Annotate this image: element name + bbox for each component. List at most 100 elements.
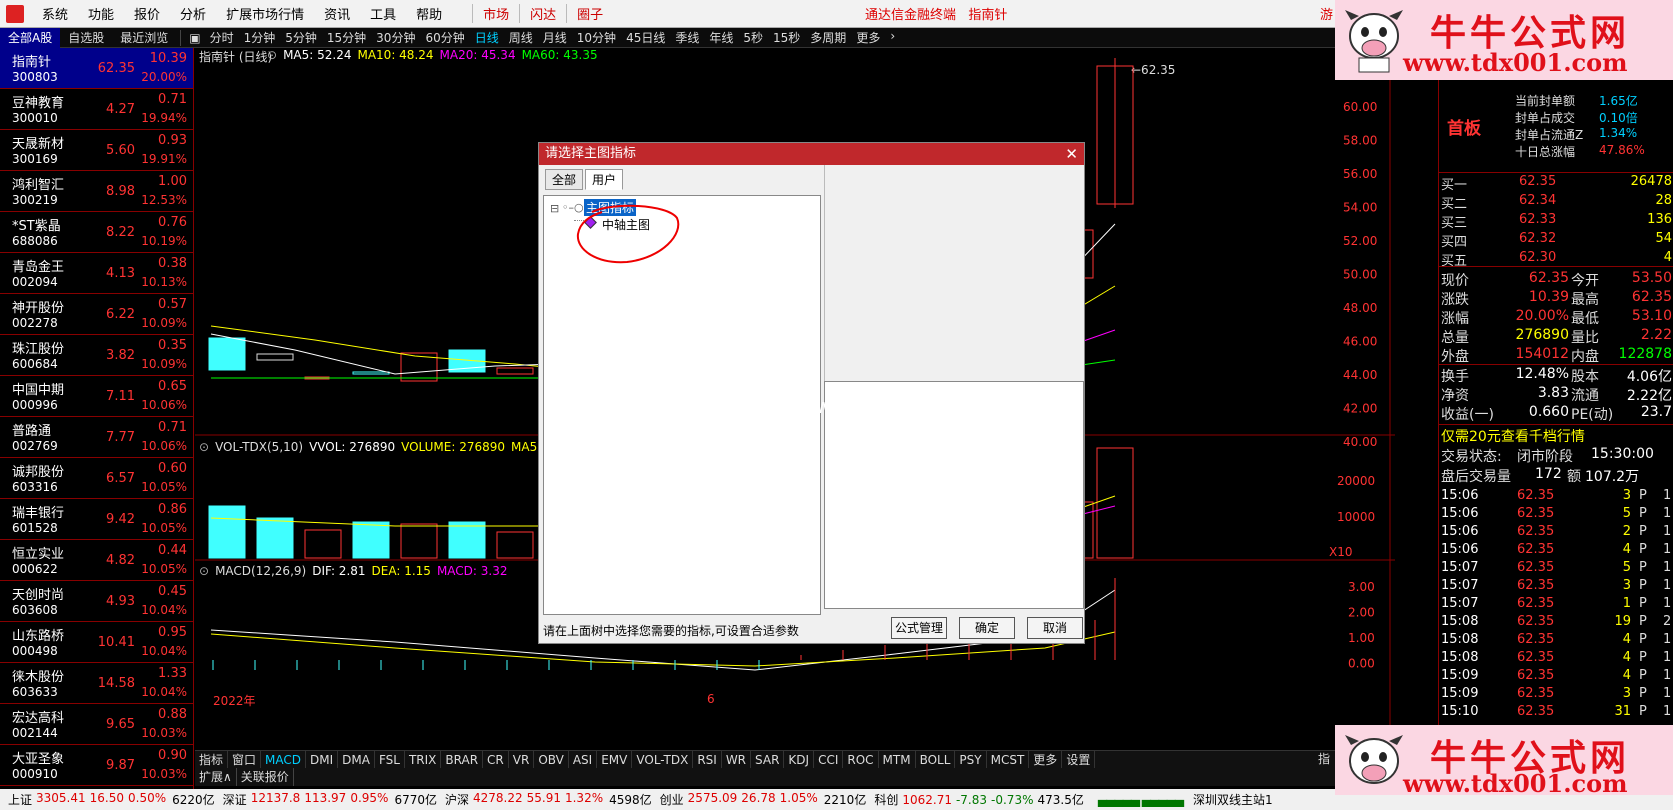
indicator-tab-12[interactable]: EMV bbox=[597, 751, 633, 768]
after-amt: 107.2万 bbox=[1585, 469, 1640, 485]
stock-row[interactable]: 鸿利智汇 300219 8.98 1.00 12.53% bbox=[0, 171, 193, 212]
indicator-tab-19[interactable]: ROC bbox=[843, 751, 879, 768]
cancel-button[interactable]: 取消 bbox=[1027, 617, 1083, 639]
indicator-tab-14[interactable]: RSI bbox=[693, 751, 722, 768]
period-tab-4[interactable]: 30分钟 bbox=[371, 29, 420, 46]
formula-manage-button[interactable]: 公式管理 bbox=[891, 617, 947, 639]
indicator-tab-3[interactable]: DMI bbox=[306, 751, 339, 768]
menu-item-7[interactable]: 帮助 bbox=[406, 4, 452, 23]
stock-row[interactable]: 天晟新材 300169 5.60 0.93 19.91% bbox=[0, 130, 193, 171]
indicator-tab-21[interactable]: BOLL bbox=[916, 751, 956, 768]
macd-dropdown-icon[interactable]: ⊙ bbox=[199, 564, 209, 578]
period-tab-5[interactable]: 60分钟 bbox=[420, 29, 469, 46]
vol-dropdown-icon[interactable]: ⊙ bbox=[199, 440, 209, 454]
period-tab-12[interactable]: 年线 bbox=[704, 29, 738, 46]
stock-row[interactable]: 宏达高科 002144 9.65 0.88 10.03% bbox=[0, 704, 193, 745]
indicator-tab-9[interactable]: VR bbox=[509, 751, 535, 768]
period-tab-0[interactable]: 分时 bbox=[205, 29, 239, 46]
indicator-tab-23[interactable]: MCST bbox=[987, 751, 1030, 768]
bid-row[interactable]: 买二 62.34 28 bbox=[1439, 193, 1673, 212]
tree-collapse-icon[interactable]: ⊟ bbox=[550, 202, 559, 215]
indicator-tab-2[interactable]: MACD bbox=[261, 751, 307, 768]
more-chevron-icon[interactable]: › bbox=[885, 29, 900, 46]
stat-label: 内盘 bbox=[1571, 349, 1599, 365]
indicator-tab-22[interactable]: PSY bbox=[955, 751, 987, 768]
menu-item-3[interactable]: 分析 bbox=[170, 4, 216, 23]
stock-row[interactable]: 大亚圣象 000910 9.87 0.90 10.03% bbox=[0, 745, 193, 786]
period-tab-10[interactable]: 45日线 bbox=[621, 29, 670, 46]
stock-row[interactable]: 普路通 002769 7.77 0.71 10.06% bbox=[0, 417, 193, 458]
tab-all[interactable]: 全部 bbox=[545, 169, 584, 190]
stock-row[interactable]: 山东路桥 000498 10.41 0.95 10.04% bbox=[0, 622, 193, 663]
stock-row[interactable]: 恒立实业 000622 4.82 0.44 10.05% bbox=[0, 540, 193, 581]
ok-button[interactable]: 确定 bbox=[959, 617, 1015, 639]
indicator-tab-11[interactable]: ASI bbox=[569, 751, 598, 768]
period-tab-16[interactable]: 更多 bbox=[851, 29, 885, 46]
menu-highlight-0[interactable]: 市场 bbox=[472, 4, 519, 23]
menu-item-6[interactable]: 工具 bbox=[360, 4, 406, 23]
menu-item-1[interactable]: 功能 bbox=[78, 4, 124, 23]
bid-row[interactable]: 买三 62.33 136 bbox=[1439, 212, 1673, 231]
indicator-tab-6[interactable]: TRIX bbox=[405, 751, 442, 768]
indicator-tab-10[interactable]: OBV bbox=[534, 751, 569, 768]
period-tab-1[interactable]: 1分钟 bbox=[239, 29, 281, 46]
period-tab-13[interactable]: 5秒 bbox=[738, 29, 768, 46]
tab-user[interactable]: 用户 bbox=[585, 169, 624, 190]
vol-legend-item: VOLUME: 276890 bbox=[401, 440, 506, 454]
list-tab-0[interactable]: 全部A股 bbox=[0, 27, 61, 48]
menu-item-4[interactable]: 扩展市场行情 bbox=[216, 4, 314, 23]
menu-item-0[interactable]: 系统 bbox=[32, 4, 78, 23]
menu-highlight-2[interactable]: 圈子 bbox=[566, 4, 613, 23]
period-tab-15[interactable]: 多周期 bbox=[805, 29, 851, 46]
indicator-tab-17[interactable]: KDJ bbox=[784, 751, 815, 768]
indicator-tab-0[interactable]: 指标 bbox=[195, 751, 229, 768]
menu-highlight-1[interactable]: 闪达 bbox=[519, 4, 566, 23]
indicator-tab-18[interactable]: CCI bbox=[814, 751, 844, 768]
indicator-tab-20[interactable]: MTM bbox=[879, 751, 916, 768]
period-tab-11[interactable]: 季线 bbox=[670, 29, 704, 46]
stock-row[interactable]: 天创时尚 603608 4.93 0.45 10.04% bbox=[0, 581, 193, 622]
server-station[interactable]: 深圳双线主站1 bbox=[1193, 791, 1273, 808]
stock-row[interactable]: 珠江股份 600684 3.82 0.35 10.09% bbox=[0, 335, 193, 376]
period-tab-14[interactable]: 15秒 bbox=[768, 29, 805, 46]
indicator-tab-24[interactable]: 更多 bbox=[1029, 751, 1063, 768]
indicator-tab-8[interactable]: CR bbox=[483, 751, 509, 768]
layout-icon[interactable]: ▣ bbox=[185, 31, 204, 45]
stock-row[interactable]: 神开股份 002278 6.22 0.57 10.09% bbox=[0, 294, 193, 335]
period-tab-9[interactable]: 10分钟 bbox=[572, 29, 621, 46]
menu-item-5[interactable]: 资讯 bbox=[314, 4, 360, 23]
list-tab-2[interactable]: 最近浏览 bbox=[112, 28, 176, 48]
stock-row[interactable]: 豆神教育 300010 4.27 0.71 19.94% bbox=[0, 89, 193, 130]
bid-row[interactable]: 买一 62.35 26478 bbox=[1439, 174, 1673, 193]
indicator-tab-15[interactable]: WR bbox=[722, 751, 752, 768]
list-tab-1[interactable]: 自选股 bbox=[60, 28, 112, 48]
period-tab-7[interactable]: 周线 bbox=[504, 29, 538, 46]
indicator-tab-5[interactable]: FSL bbox=[375, 751, 405, 768]
stock-row[interactable]: 指南针 300803 62.35 10.39 20.00% bbox=[0, 48, 193, 89]
indicator-tab-4[interactable]: DMA bbox=[338, 751, 375, 768]
stock-row[interactable]: *ST紫晶 688086 8.22 0.76 10.19% bbox=[0, 212, 193, 253]
stock-row[interactable]: 瑞丰银行 601528 9.42 0.86 10.05% bbox=[0, 499, 193, 540]
period-tab-2[interactable]: 5分钟 bbox=[280, 29, 322, 46]
stock-row[interactable]: 诚邦股份 603316 6.57 0.60 10.05% bbox=[0, 458, 193, 499]
close-icon[interactable]: ✕ bbox=[1065, 143, 1078, 165]
promo-link[interactable]: 仅需20元查看千档行情 bbox=[1441, 426, 1585, 446]
stock-row[interactable]: 青岛金王 002094 4.13 0.38 10.13% bbox=[0, 253, 193, 294]
indicator-tab-25[interactable]: 设置 bbox=[1062, 751, 1096, 768]
stock-price: 5.60 bbox=[106, 143, 135, 158]
indicator-tab-1[interactable]: 窗口 bbox=[228, 751, 262, 768]
stock-row[interactable]: 中国中期 000996 7.11 0.65 10.06% bbox=[0, 376, 193, 417]
period-tab-3[interactable]: 15分钟 bbox=[322, 29, 371, 46]
indicator-tab-13[interactable]: VOL-TDX bbox=[632, 751, 694, 768]
bid-label: 买二 bbox=[1441, 197, 1468, 212]
stock-row[interactable]: 徕木股份 603633 14.58 1.33 10.04% bbox=[0, 663, 193, 704]
period-tab-6[interactable]: 日线 bbox=[470, 29, 504, 46]
indicator-tab-7[interactable]: BRAR bbox=[441, 751, 484, 768]
bid-row[interactable]: 买四 62.32 54 bbox=[1439, 231, 1673, 250]
indicator-tab-16[interactable]: SAR bbox=[751, 751, 785, 768]
tick-time: 15:10 bbox=[1441, 704, 1479, 719]
expand-item-1[interactable]: 关联报价 bbox=[237, 768, 294, 786]
menu-item-2[interactable]: 报价 bbox=[124, 4, 170, 23]
period-tab-8[interactable]: 月线 bbox=[538, 29, 572, 46]
expand-item-0[interactable]: 扩展∧ bbox=[195, 768, 237, 786]
